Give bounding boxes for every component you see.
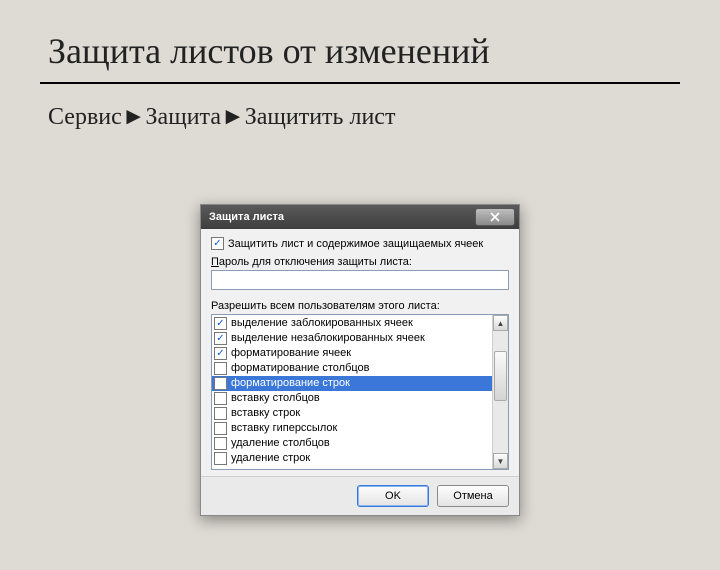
menu-path: Сервис►Защита►Защитить лист: [48, 104, 720, 131]
protect-checkbox[interactable]: [211, 237, 224, 250]
permissions-list[interactable]: выделение заблокированных ячееквыделение…: [212, 315, 492, 469]
permission-label: вставку гиперссылок: [231, 421, 337, 436]
protect-checkbox-row[interactable]: Защитить лист и содержимое защищаемых яч…: [211, 237, 509, 250]
scrollbar[interactable]: ▲ ▼: [492, 315, 508, 469]
permission-checkbox[interactable]: [214, 347, 227, 360]
scroll-track[interactable]: [493, 331, 508, 453]
permission-checkbox[interactable]: [214, 332, 227, 345]
permission-label: выделение заблокированных ячеек: [231, 316, 413, 331]
scroll-down-button[interactable]: ▼: [493, 453, 508, 469]
dialog-button-row: OK Отмена: [201, 476, 519, 515]
close-icon: [490, 212, 500, 222]
permission-label: удаление столбцов: [231, 436, 330, 451]
permissions-listbox: выделение заблокированных ячееквыделение…: [211, 314, 509, 470]
scroll-thumb[interactable]: [494, 351, 507, 401]
dialog-title: Защита листа: [209, 211, 284, 223]
password-input[interactable]: [211, 270, 509, 290]
close-button[interactable]: [475, 208, 515, 226]
permission-checkbox[interactable]: [214, 362, 227, 375]
permission-checkbox[interactable]: [214, 407, 227, 420]
ok-button[interactable]: OK: [357, 485, 429, 507]
permission-checkbox[interactable]: [214, 317, 227, 330]
protect-checkbox-label: Защитить лист и содержимое защищаемых яч…: [228, 238, 483, 250]
permission-checkbox[interactable]: [214, 392, 227, 405]
chevron-up-icon: ▲: [497, 319, 505, 328]
permission-label: выделение незаблокированных ячеек: [231, 331, 425, 346]
permission-checkbox[interactable]: [214, 437, 227, 450]
title-underline: [40, 82, 680, 84]
permission-checkbox[interactable]: [214, 377, 227, 390]
chevron-down-icon: ▼: [497, 457, 505, 466]
allow-users-label: Разрешить всем пользователям этого листа…: [211, 300, 509, 312]
permission-item[interactable]: удаление строк: [212, 451, 492, 466]
password-label: Пароль для отключения защиты листа:: [211, 256, 509, 268]
permission-checkbox[interactable]: [214, 452, 227, 465]
permission-item[interactable]: форматирование строк: [212, 376, 492, 391]
permission-item[interactable]: вставку гиперссылок: [212, 421, 492, 436]
permission-item[interactable]: удаление столбцов: [212, 436, 492, 451]
permission-checkbox[interactable]: [214, 422, 227, 435]
permission-label: форматирование столбцов: [231, 361, 370, 376]
dialog-titlebar[interactable]: Защита листа: [201, 205, 519, 229]
scroll-up-button[interactable]: ▲: [493, 315, 508, 331]
permission-label: вставку строк: [231, 406, 300, 421]
permission-item[interactable]: форматирование ячеек: [212, 346, 492, 361]
permission-item[interactable]: выделение заблокированных ячеек: [212, 316, 492, 331]
permission-item[interactable]: выделение незаблокированных ячеек: [212, 331, 492, 346]
slide-title: Защита листов от изменений: [48, 30, 720, 72]
permission-label: форматирование строк: [231, 376, 350, 391]
dialog-body: Защитить лист и содержимое защищаемых яч…: [201, 229, 519, 476]
permission-item[interactable]: вставку столбцов: [212, 391, 492, 406]
permission-item[interactable]: вставку строк: [212, 406, 492, 421]
permission-item[interactable]: форматирование столбцов: [212, 361, 492, 376]
permission-label: удаление строк: [231, 451, 310, 466]
protect-sheet-dialog: Защита листа Защитить лист и содержимое …: [200, 204, 520, 516]
permission-label: форматирование ячеек: [231, 346, 351, 361]
cancel-button[interactable]: Отмена: [437, 485, 509, 507]
permission-label: вставку столбцов: [231, 391, 320, 406]
